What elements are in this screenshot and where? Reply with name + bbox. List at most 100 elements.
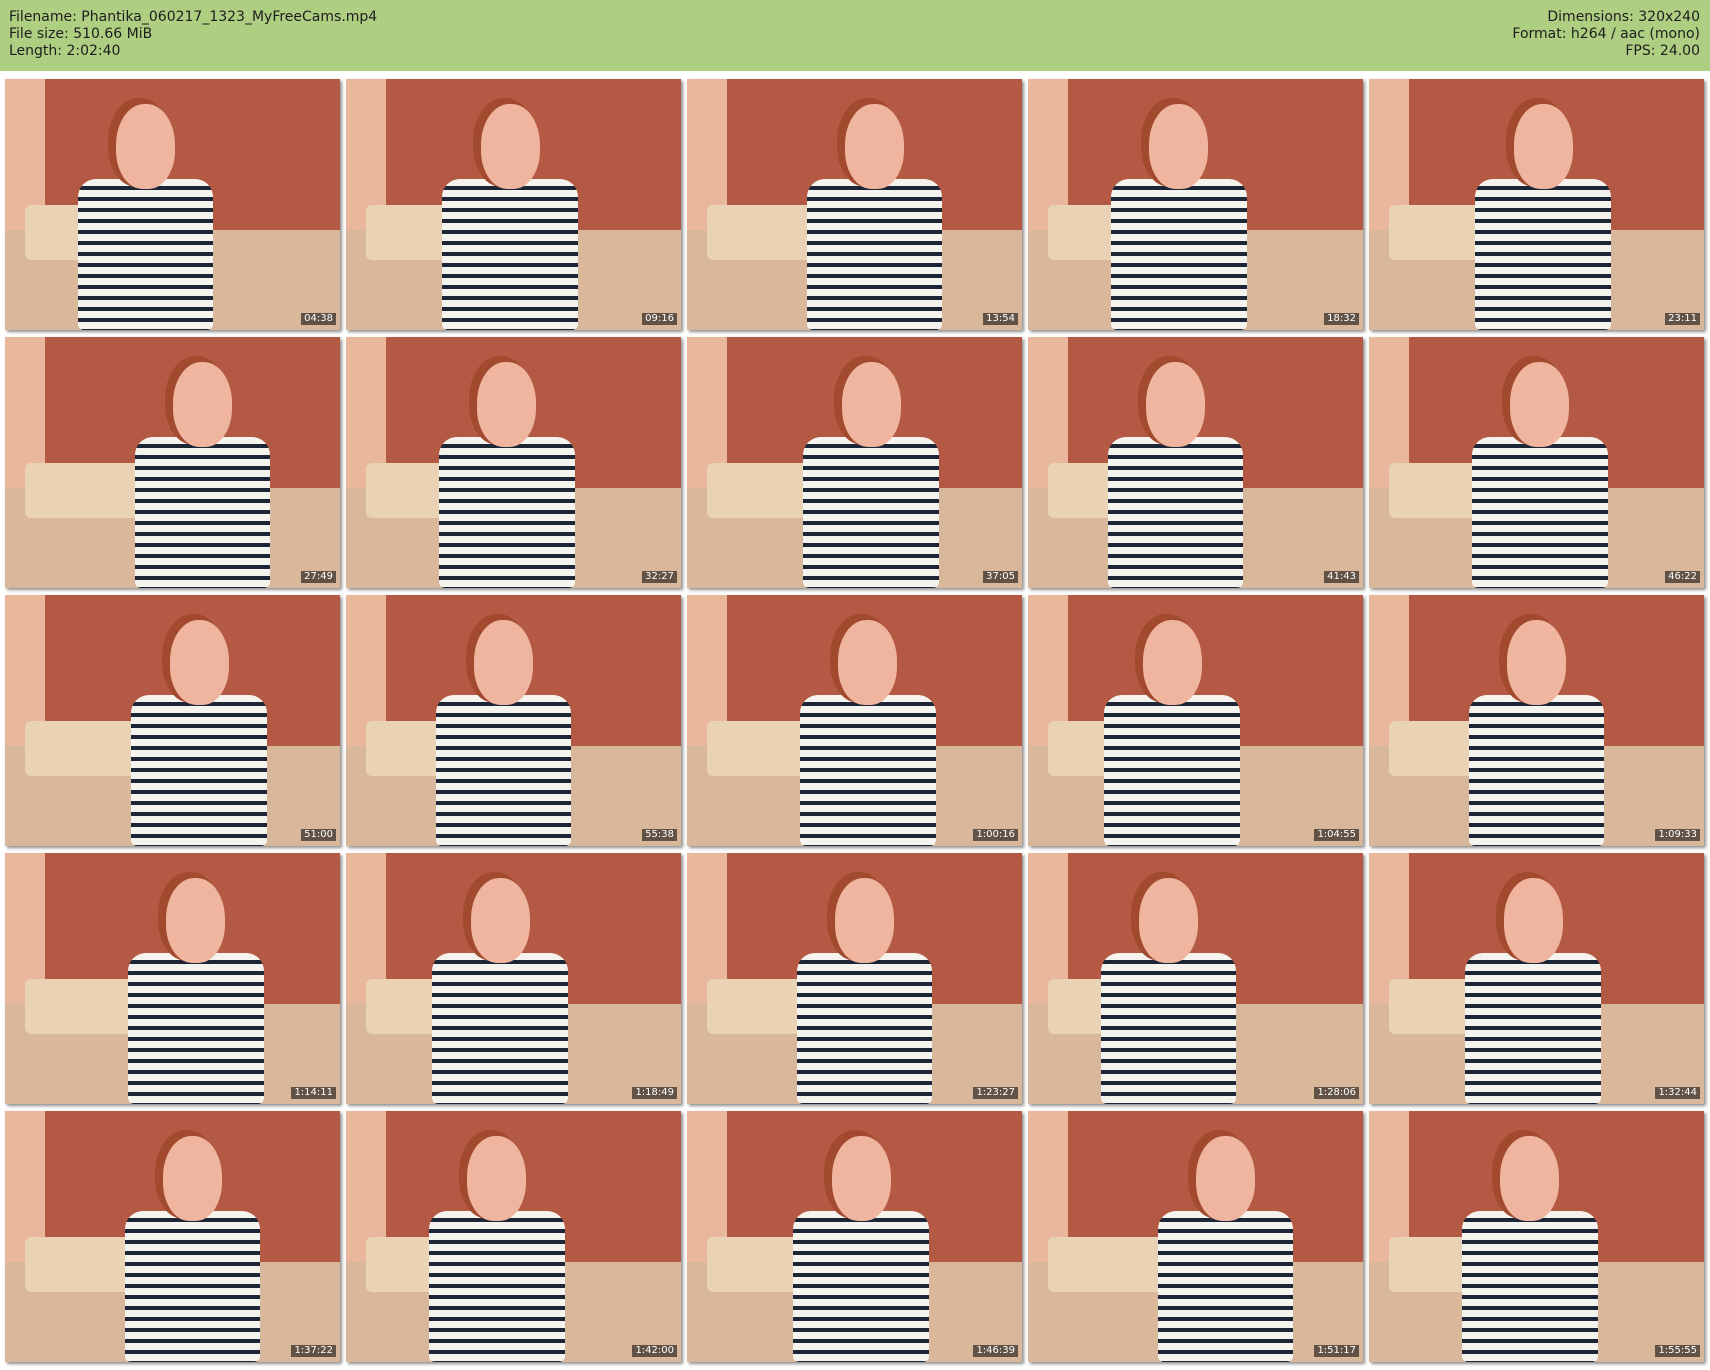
person-head: [1142, 620, 1202, 706]
info-header: Filename: Phantika_060217_1323_MyFreeCam…: [0, 0, 1710, 71]
thumbnail-frame-image: [5, 79, 340, 330]
person-figure: [126, 620, 273, 846]
length-text: Length: 2:02:40: [9, 43, 121, 59]
striped-shirt: [806, 179, 943, 330]
person-figure: [1466, 362, 1613, 588]
person-figure: [1102, 362, 1249, 588]
striped-shirt: [803, 437, 940, 588]
video-thumbnail[interactable]: 18:32: [1028, 79, 1363, 330]
person-head: [1513, 104, 1573, 190]
thumbnail-timestamp: 09:16: [642, 313, 677, 325]
thumbnail-timestamp: 1:46:39: [973, 1345, 1018, 1357]
thumbnail-timestamp: 1:32:44: [1655, 1087, 1700, 1099]
file-info-right: Dimensions: 320x240 Format: h264 / aac (…: [1512, 9, 1700, 60]
person-figure: [1456, 1136, 1603, 1362]
thumbnail-frame-image: [346, 1111, 681, 1362]
person-head: [470, 878, 530, 964]
person-head: [841, 362, 901, 448]
video-thumbnail[interactable]: 1:42:00: [346, 1111, 681, 1362]
video-thumbnail[interactable]: 1:14:11: [5, 853, 340, 1104]
striped-shirt: [432, 953, 568, 1104]
person-figure: [791, 878, 938, 1104]
video-thumbnail[interactable]: 1:18:49: [346, 853, 681, 1104]
thumbnail-timestamp: 13:54: [983, 313, 1018, 325]
thumbnail-timestamp: 1:51:17: [1314, 1345, 1359, 1357]
thumbnail-timestamp: 1:42:00: [632, 1345, 677, 1357]
striped-shirt: [77, 179, 214, 330]
thumbnail-frame-image: [346, 79, 681, 330]
person-figure: [1152, 1136, 1299, 1362]
video-thumbnail[interactable]: 55:38: [346, 595, 681, 846]
thumbnail-timestamp: 1:55:55: [1655, 1345, 1700, 1357]
thumbnail-frame-image: [1028, 595, 1363, 846]
thumbnail-frame-image: [1369, 337, 1704, 588]
thumbnail-frame-image: [346, 337, 681, 588]
thumbnail-frame-image: [687, 1111, 1022, 1362]
video-thumbnail[interactable]: 1:51:17: [1028, 1111, 1363, 1362]
person-figure: [794, 620, 941, 846]
video-thumbnail[interactable]: 04:38: [5, 79, 340, 330]
video-thumbnail[interactable]: 09:16: [346, 79, 681, 330]
video-thumbnail[interactable]: 1:32:44: [1369, 853, 1704, 1104]
thumbnail-frame-image: [1028, 337, 1363, 588]
striped-shirt: [428, 1211, 565, 1362]
video-thumbnail[interactable]: 1:00:16: [687, 595, 1022, 846]
striped-shirt: [1104, 695, 1240, 846]
thumbnail-frame-image: [1369, 79, 1704, 330]
striped-shirt: [435, 695, 572, 846]
thumbnail-timestamp: 46:22: [1665, 571, 1700, 583]
striped-shirt: [442, 179, 578, 330]
person-figure: [1459, 878, 1606, 1104]
video-thumbnail[interactable]: 1:09:33: [1369, 595, 1704, 846]
person-figure: [433, 362, 580, 588]
thumbnail-grid: 04:38 09:16 13:54 18:32 23:11 27:49 32:27 37:05…: [5, 79, 1705, 1365]
person-head: [831, 1136, 891, 1222]
person-figure: [122, 878, 269, 1104]
video-thumbnail[interactable]: 1:04:55: [1028, 595, 1363, 846]
person-head: [1510, 362, 1570, 448]
striped-shirt: [124, 1211, 261, 1362]
person-head: [467, 1136, 527, 1222]
person-figure: [801, 104, 948, 330]
person-head: [173, 362, 233, 448]
video-thumbnail[interactable]: 1:55:55: [1369, 1111, 1704, 1362]
thumbnail-frame-image: [5, 1111, 340, 1362]
video-thumbnail[interactable]: 1:28:06: [1028, 853, 1363, 1104]
file-size-text: File size: 510.66 MiB: [9, 26, 153, 42]
person-head: [116, 104, 176, 190]
video-thumbnail[interactable]: 41:43: [1028, 337, 1363, 588]
dimensions-text: Dimensions: 320x240: [1547, 9, 1700, 25]
thumbnail-frame-image: [346, 853, 681, 1104]
thumbnail-frame-image: [687, 337, 1022, 588]
striped-shirt: [800, 695, 936, 846]
person-figure: [798, 362, 945, 588]
video-thumbnail[interactable]: 1:37:22: [5, 1111, 340, 1362]
video-thumbnail[interactable]: 13:54: [687, 79, 1022, 330]
thumbnail-timestamp: 1:18:49: [632, 1087, 677, 1099]
person-head: [480, 104, 540, 190]
striped-shirt: [1100, 953, 1237, 1104]
thumbnail-timestamp: 32:27: [642, 571, 677, 583]
person-head: [1145, 362, 1205, 448]
thumbnail-timestamp: 1:14:11: [291, 1087, 336, 1099]
striped-shirt: [1468, 695, 1605, 846]
video-thumbnail[interactable]: 46:22: [1369, 337, 1704, 588]
video-thumbnail[interactable]: 1:23:27: [687, 853, 1022, 1104]
thumbnail-frame-image: [1028, 79, 1363, 330]
video-thumbnail[interactable]: 32:27: [346, 337, 681, 588]
video-thumbnail[interactable]: 1:46:39: [687, 1111, 1022, 1362]
thumbnail-frame-image: [1369, 1111, 1704, 1362]
striped-shirt: [1110, 179, 1247, 330]
person-head: [166, 878, 226, 964]
video-thumbnail[interactable]: 23:11: [1369, 79, 1704, 330]
video-thumbnail[interactable]: 27:49: [5, 337, 340, 588]
thumbnail-timestamp: 04:38: [301, 313, 336, 325]
video-thumbnail[interactable]: 37:05: [687, 337, 1022, 588]
person-figure: [1098, 620, 1245, 846]
person-head: [1500, 1136, 1560, 1222]
person-head: [845, 104, 905, 190]
person-head: [1507, 620, 1566, 706]
person-figure: [119, 1136, 266, 1362]
video-thumbnail[interactable]: 51:00: [5, 595, 340, 846]
thumbnail-timestamp: 1:23:27: [973, 1087, 1018, 1099]
